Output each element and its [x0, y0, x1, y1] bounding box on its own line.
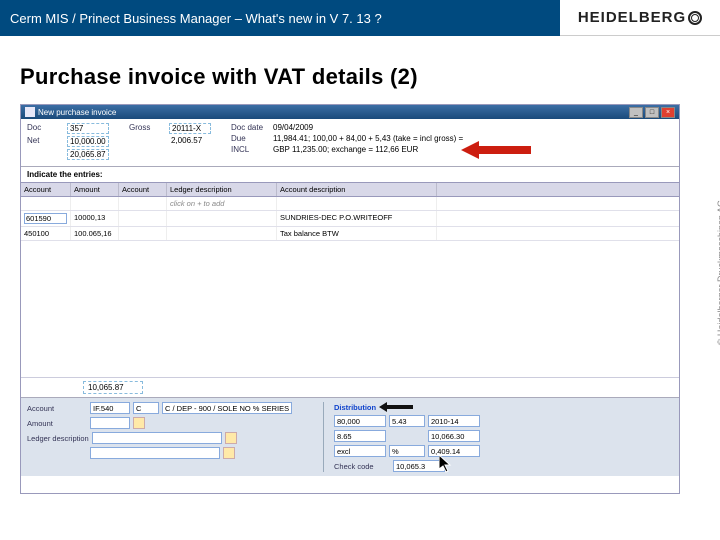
dist-val1-input[interactable]	[334, 415, 386, 427]
mouse-cursor-icon	[439, 455, 453, 475]
dist-val6-input[interactable]	[428, 445, 480, 457]
copyright-text: © Heidelberger Druckmaschinen AG	[716, 200, 720, 345]
grid-header: Account Amount Account Ledger descriptio…	[21, 182, 679, 197]
gross-label	[27, 149, 63, 160]
col-account[interactable]: Account	[21, 183, 71, 196]
distribution-link[interactable]: Distribution	[334, 403, 376, 412]
window-title: New purchase invoice	[38, 108, 116, 117]
due-label: Due	[231, 134, 267, 143]
table-row[interactable]: click on + to add	[21, 197, 679, 211]
account-code-input[interactable]	[90, 402, 130, 414]
col-account2[interactable]: Account	[119, 183, 167, 196]
gross-label2: Gross	[129, 123, 165, 134]
total-value: 10,065.87	[83, 381, 143, 394]
col-ledger-desc[interactable]: Ledger description	[167, 183, 277, 196]
net-label: Net	[27, 136, 63, 147]
net-value: 10,000.00	[67, 136, 109, 147]
docdate-label: Doc date	[231, 123, 267, 132]
red-arrow-annotation	[461, 141, 531, 161]
folder-icon[interactable]	[225, 432, 237, 444]
checkcode-label: Check code	[334, 462, 390, 471]
row1-account-input[interactable]	[24, 213, 67, 224]
slide-title: Purchase invoice with VAT details (2)	[0, 36, 720, 104]
account-glyph-input[interactable]	[133, 402, 159, 414]
incl-label: INCL	[231, 145, 267, 154]
col-account-desc[interactable]: Account description	[277, 183, 437, 196]
dist-val3-input[interactable]	[428, 415, 480, 427]
brand-logo: HEIDELBERG	[560, 0, 720, 36]
app-window: New purchase invoice _ □ × Doc 357 Net 10,…	[20, 104, 680, 494]
amount-label: Amount	[27, 419, 87, 428]
entries-header: Indicate the entries:	[21, 167, 679, 182]
account-label: Account	[27, 404, 87, 413]
dist-val5-input[interactable]	[428, 430, 480, 442]
folder-icon[interactable]	[133, 417, 145, 429]
gross-value: 20,065.87	[67, 149, 109, 160]
minimize-button[interactable]: _	[629, 107, 643, 118]
supplier-value: 20111-X	[169, 123, 211, 134]
maximize-button[interactable]: □	[645, 107, 659, 118]
window-titlebar: New purchase invoice _ □ ×	[21, 105, 679, 119]
close-button[interactable]: ×	[661, 107, 675, 118]
dist-val4-input[interactable]	[334, 430, 386, 442]
doc-value: 357	[67, 123, 109, 134]
detail-strip: Account Amount Ledger description	[21, 397, 679, 476]
incl-value: GBP 11,235.00; exchange = 112,66 EUR	[271, 145, 420, 154]
dist-excl-input[interactable]	[334, 445, 386, 457]
dist-pct-input[interactable]	[389, 445, 425, 457]
window-icon	[25, 107, 35, 117]
slide-header: Cerm MIS / Prinect Business Manager – Wh…	[0, 0, 720, 36]
checkcode-input[interactable]	[393, 460, 445, 472]
table-row[interactable]: 10000,13 SUNDRIES-DEC P.O.WRITEOFF	[21, 211, 679, 227]
table-row[interactable]: 450100 100.065,16 Tax balance BTW	[21, 227, 679, 241]
totals-row: 10,065.87	[21, 377, 679, 397]
account-desc-input[interactable]	[162, 402, 292, 414]
grid-body: click on + to add 10000,13 SUNDRIES-DEC …	[21, 197, 679, 377]
black-arrow-annotation	[379, 402, 413, 412]
col-amount[interactable]: Amount	[71, 183, 119, 196]
amount-sub-value: 2,006.57	[169, 136, 204, 145]
heidelberg-logo-icon	[688, 11, 702, 25]
header-info-panel: Doc 357 Net 10,000.00 20,065.87 Gross 20111…	[21, 119, 679, 167]
extra-desc-input[interactable]	[90, 447, 220, 459]
due-value: 11,984.41; 100,00 + 84,00 + 5,43 (take =…	[271, 134, 465, 143]
amount-input[interactable]	[90, 417, 130, 429]
header-title: Cerm MIS / Prinect Business Manager – Wh…	[0, 0, 560, 36]
ledger-desc-label: Ledger description	[27, 434, 89, 443]
docdate-value: 09/04/2009	[271, 123, 315, 132]
dist-val2-input[interactable]	[389, 415, 425, 427]
ledger-desc-input[interactable]	[92, 432, 222, 444]
doc-label: Doc	[27, 123, 63, 134]
amount-sub-label	[129, 136, 165, 145]
folder-icon[interactable]	[223, 447, 235, 459]
